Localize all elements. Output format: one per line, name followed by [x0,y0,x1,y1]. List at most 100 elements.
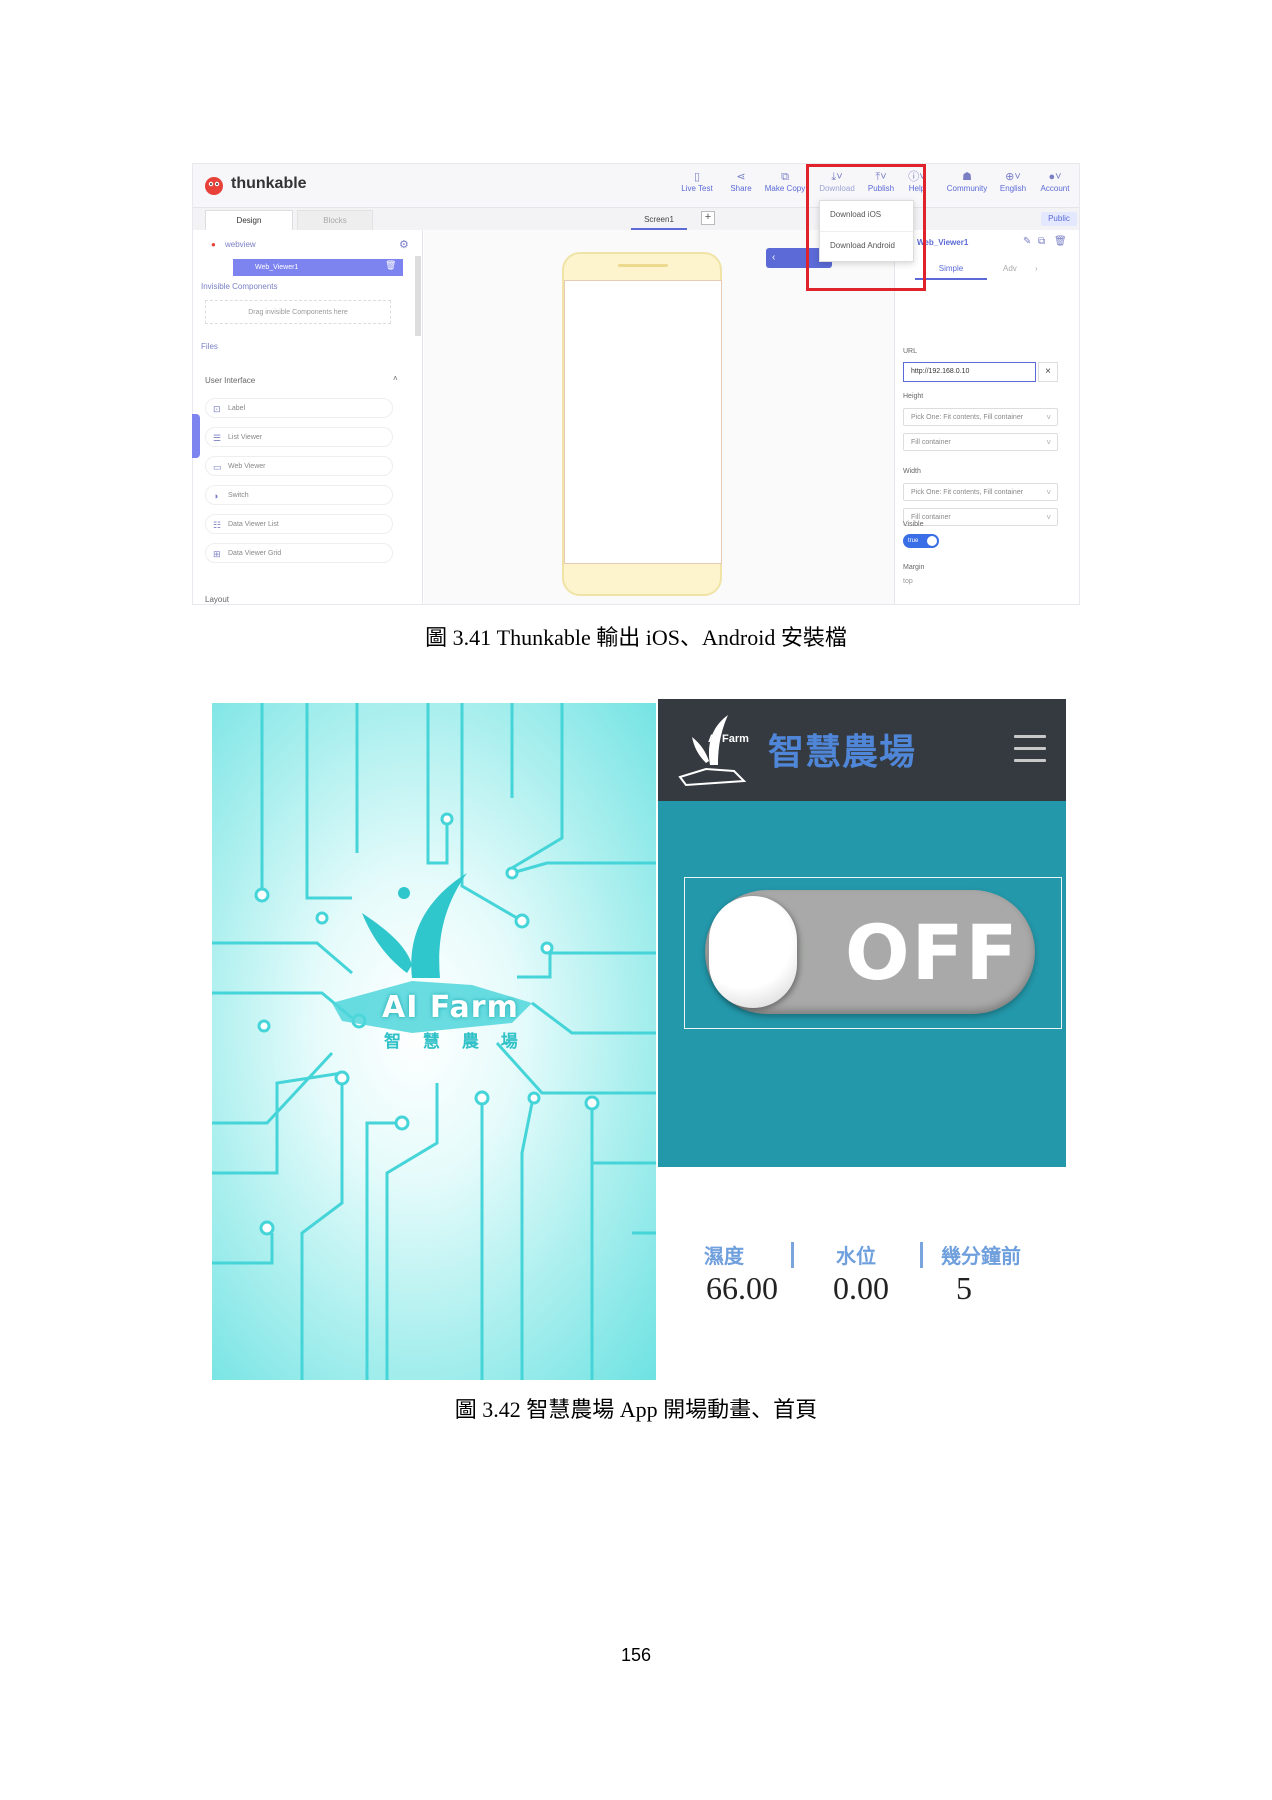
toolbar-label: English [999,184,1027,193]
trash-icon[interactable]: 🗑 [385,261,396,271]
url-input[interactable]: http://192.168.0.10 [903,362,1036,382]
palette-item-data-viewer-list[interactable]: ☷ Data Viewer List [205,514,393,534]
brand-name: thunkable [231,175,307,192]
height-mode-select[interactable]: Pick One: Fit contents, Fill container ˅ [903,408,1058,426]
add-screen-button[interactable]: + [701,211,715,225]
ai-farm-logo-icon [678,715,747,787]
make-copy-button[interactable]: ⧉ Make Copy [763,170,807,193]
language-button[interactable]: ⊕˅ English [991,170,1035,193]
margin-label: Margin [903,564,925,571]
toolbar-label: Share [730,184,752,193]
trash-icon[interactable]: 🗑 [1054,236,1067,247]
splash-screen: AI Farm 智 慧 農 場 [212,703,656,1380]
web-viewer-preview[interactable] [564,280,722,564]
splash-logo-text: AI Farm [382,990,519,1025]
palette-item-list-viewer[interactable]: ☰ List Viewer [205,427,393,447]
phone-icon: ▯ [693,171,701,183]
browser-icon: ▭ [213,462,222,472]
palette-label: Data Viewer List [228,521,279,528]
tab-bar: Design Blocks Screen1 + Public [193,208,1079,230]
stat-value-minutes-ago: 5 [956,1270,972,1306]
webview-icon: ● [211,240,216,249]
switch-state-label: OFF [845,908,1020,997]
collapse-icon[interactable]: ˄ [393,374,398,383]
width-label: Width [903,468,921,475]
toggle-value: true [908,538,919,544]
label-icon: ⊡ [213,404,221,414]
edit-icon[interactable]: ✎ [1023,236,1031,247]
sensor-stats: 濕度 水位 幾分鐘前 66.00 0.00 5 [658,1240,1066,1320]
height-label: Height [903,393,924,400]
account-button[interactable]: ●˅ Account [1033,170,1077,193]
list-icon: ☰ [213,433,222,443]
palette-item-switch[interactable]: ◑ Switch [205,485,393,505]
tab-screen1[interactable]: Screen1 [631,210,687,230]
page-number: 156 [620,1645,652,1665]
live-test-button[interactable]: ▯ Live Test [675,170,719,193]
stat-divider [791,1242,794,1268]
figure1-caption: 圖 3.41 Thunkable 輸出 iOS、Android 安裝檔 [425,625,847,650]
app-navbar: AI Farm 智慧農場 [658,699,1066,801]
visible-toggle[interactable]: true [903,534,939,548]
tree-root[interactable]: webview [225,240,256,249]
toolbar-label: Live Test [681,184,713,193]
thunkable-logo-icon [205,177,223,195]
copy-icon[interactable]: ⧉ [1038,236,1045,247]
user-interface-header[interactable]: User Interface [205,376,255,385]
visible-label: Visible [903,521,924,528]
settings-icon[interactable]: ⚙ [399,238,409,251]
copy-icon: ⧉ [781,171,789,183]
figure2-caption: 圖 3.42 智慧農場 App 開場動畫、首頁 [454,1397,818,1422]
toolbar-label: Make Copy [764,184,806,193]
stat-divider [920,1242,923,1268]
phone-speaker [618,264,668,267]
select-value: Fill container [911,439,951,446]
share-icon: ⋖ [736,171,746,183]
share-button[interactable]: ⋖ Share [719,170,763,193]
toolbar-label: Account [1040,184,1070,193]
chevron-right-icon[interactable]: › [1035,258,1038,280]
phone-preview[interactable] [562,252,722,596]
files-header[interactable]: Files [201,342,218,351]
splash-logo-subtitle: 智 慧 農 場 [384,1032,526,1052]
chevron-down-icon: ˅ [1046,413,1051,422]
hamburger-menu-icon[interactable] [1014,735,1046,763]
public-badge[interactable]: Public [1041,212,1077,226]
power-switch[interactable]: OFF [705,890,1035,1014]
side-expand-tab[interactable] [192,414,200,458]
height-value-select[interactable]: Fill container ˅ [903,433,1058,451]
switch-knob[interactable] [709,896,797,1008]
palette-item-data-viewer-grid[interactable]: ⊞ Data Viewer Grid [205,543,393,563]
tab-blocks[interactable]: Blocks [297,210,373,230]
invisible-drop-zone[interactable]: Drag invisible Components here [205,300,391,324]
palette-label: Switch [228,492,249,499]
stat-value-humidity: 66.00 [706,1270,778,1306]
community-icon: ☗ [962,171,972,183]
app-logo-text: AI Farm [708,733,749,745]
invisible-components-header[interactable]: Invisible Components [201,282,277,291]
stat-label-water-level: 水位 [836,1244,876,1268]
palette-item-label[interactable]: ⊡ Label [205,398,393,418]
scrollbar[interactable] [415,256,421,336]
switch-section: OFF [658,801,1066,1167]
globe-icon: ⊕˅ [1005,171,1021,183]
palette-label: List Viewer [228,434,263,441]
clear-icon[interactable]: × [1038,362,1058,382]
account-icon: ●˅ [1048,171,1062,183]
palette-item-web-viewer[interactable]: ▭ Web Viewer [205,456,393,476]
layout-header[interactable]: Layout [205,595,229,604]
data-list-icon: ☷ [213,520,222,530]
width-value-select[interactable]: Fill container ˅ [903,508,1058,526]
palette-label: Web Viewer [228,463,266,470]
community-button[interactable]: ☗ Community [945,170,989,193]
grid-icon: ⊞ [213,549,221,559]
tree-selected-item[interactable]: Web_Viewer1 [233,259,403,276]
chevron-down-icon: ˅ [1046,488,1051,497]
width-mode-select[interactable]: Pick One: Fit contents, Fill container ˅ [903,483,1058,501]
tab-design[interactable]: Design [205,210,293,230]
app-title: 智慧農場 [768,732,917,773]
palette-label: Data Viewer Grid [228,550,282,557]
stat-label-humidity: 濕度 [704,1244,744,1268]
select-value: Pick One: Fit contents, Fill container [911,414,1024,421]
tab-advanced[interactable]: Adv [1003,258,1033,280]
